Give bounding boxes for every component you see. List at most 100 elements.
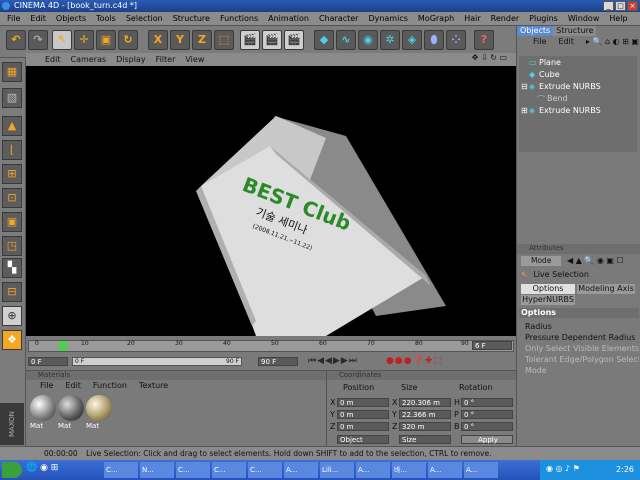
array-icon[interactable]: ✲ [380, 30, 400, 50]
size-x-field[interactable]: 220.306 m [399, 398, 451, 407]
attr-only-visible[interactable]: Only Select Visible Elements [525, 343, 639, 354]
list-item[interactable]: ⊞ ◈ Extrude NURBS [519, 106, 637, 118]
3d-viewport[interactable]: BEST Club 기술 세미나 (2008.11.21.~11.22) [26, 66, 516, 336]
viewport-menu-display[interactable]: Display [111, 55, 151, 64]
menu-functions[interactable]: Functions [215, 12, 263, 26]
list-item[interactable]: ⌒ Bend [519, 94, 637, 106]
materials-menu-file[interactable]: File [40, 380, 53, 392]
viewport-menu-edit[interactable]: Edit [40, 55, 66, 64]
texture-mode-icon[interactable]: ▚ [2, 258, 22, 278]
use-texture-tool-icon[interactable]: ▲ [2, 116, 22, 136]
objects-menu-edit[interactable]: Edit [558, 36, 574, 48]
attr-tab-hypernurbs[interactable]: HyperNURBS [521, 295, 575, 305]
menu-mograph[interactable]: MoGraph [413, 12, 459, 26]
pos-y-field[interactable]: 0 m [337, 410, 389, 419]
rotate-icon[interactable]: ↻ [118, 30, 138, 50]
attr-tolerant-edge[interactable]: Tolerant Edge/Polygon Selection [525, 354, 639, 365]
list-item[interactable]: ▭ Plane [519, 58, 637, 70]
move-icon[interactable]: ✛ [74, 30, 94, 50]
coordinate-mode-select[interactable]: Object [337, 435, 389, 444]
objects-menu-file[interactable]: File [533, 36, 546, 48]
maximize-button[interactable]: □ [615, 1, 626, 11]
materials-menu-function[interactable]: Function [93, 380, 127, 392]
tab-objects[interactable]: Objects [517, 26, 554, 36]
rot-h-field[interactable]: 0 ° [461, 398, 513, 407]
redo-icon[interactable]: ↷ [28, 30, 48, 50]
scene-icon[interactable]: ⬮ [424, 30, 444, 50]
attr-mode[interactable]: Mode [525, 365, 639, 376]
material-swatch[interactable]: Mat [30, 395, 56, 430]
animation-mode-icon[interactable]: ◳ [2, 236, 22, 256]
menu-character[interactable]: Character [314, 12, 364, 26]
pos-x-field[interactable]: 0 m [337, 398, 389, 407]
attributes-nav-icons[interactable]: ◀ ▲ 🔍 ◉ ▣ ☐ [567, 256, 624, 265]
apply-button[interactable]: Apply [461, 435, 513, 444]
start-frame-field[interactable]: 0 F [28, 357, 68, 366]
menu-animation[interactable]: Animation [263, 12, 314, 26]
materials-menu-texture[interactable]: Texture [139, 380, 168, 392]
playhead[interactable] [59, 341, 67, 351]
size-mode-select[interactable]: Size [399, 435, 451, 444]
taskbar-item[interactable]: A... [356, 462, 390, 478]
material-swatch[interactable]: Mat [58, 395, 84, 430]
record-controls[interactable]: ●●●❓✚⬚ [386, 356, 443, 366]
coordinate-system-icon[interactable]: ⬚ [214, 30, 234, 50]
camera-icon[interactable]: ⁘ [446, 30, 466, 50]
light-icon[interactable]: ? [474, 30, 494, 50]
menu-file[interactable]: File [2, 12, 25, 26]
taskbar-item[interactable]: 바... [392, 462, 426, 478]
materials-menu-edit[interactable]: Edit [65, 380, 81, 392]
tray-icons[interactable]: ◉ ◎ ♪ ⚑ [546, 464, 580, 473]
tweak-mode-icon[interactable]: ❖ [2, 330, 22, 350]
edges-tool-icon[interactable]: ⊡ [2, 188, 22, 208]
list-item[interactable]: ⊟ ◈ Extrude NURBS [519, 82, 637, 94]
frame-range-slider[interactable]: 0 F 90 F [72, 357, 242, 366]
viewport-menu-view[interactable]: View [180, 55, 209, 64]
deformer-icon[interactable]: ◈ [402, 30, 422, 50]
rot-b-field[interactable]: 0 ° [461, 422, 513, 431]
taskbar-item[interactable]: C... [176, 462, 210, 478]
objects-search-icons[interactable]: ▸ 🔍 ⌂ ◐ ⊞ ▣ [586, 36, 639, 48]
render-settings-icon[interactable]: 🎬 [284, 30, 304, 50]
use-object-tool-icon[interactable]: ▧ [2, 88, 22, 108]
workplane-icon[interactable]: ⊟ [2, 282, 22, 302]
attributes-mode-menu[interactable]: Mode [521, 256, 561, 266]
undo-icon[interactable]: ↶ [6, 30, 26, 50]
attr-radius[interactable]: Radius [525, 321, 639, 332]
snap-icon[interactable]: ⊕ [2, 306, 22, 326]
taskbar-item[interactable]: A... [284, 462, 318, 478]
tab-structure[interactable]: Structure [553, 26, 597, 36]
taskbar-item[interactable]: Lili... [320, 462, 354, 478]
viewport-menu-filter[interactable]: Filter [151, 55, 181, 64]
playback-controls[interactable]: ⏮◀◀▶▶⏭ [308, 356, 358, 366]
quick-launch-icons[interactable]: 🌐 ◉ ⊞ [26, 463, 58, 473]
end-frame-field[interactable]: 90 F [258, 357, 298, 366]
cube-primitive-icon[interactable]: ◆ [314, 30, 334, 50]
attr-pressure[interactable]: Pressure Dependent Radius [525, 332, 639, 343]
spline-icon[interactable]: ∿ [336, 30, 356, 50]
menu-help[interactable]: Help [604, 12, 632, 26]
viewport-menu-cameras[interactable]: Cameras [66, 55, 112, 64]
minimize-button[interactable]: _ [603, 1, 614, 11]
timeline-ruler[interactable]: 0 10 20 30 40 50 60 70 80 90 [28, 340, 514, 352]
viewport-nav-icons[interactable]: ✥ ⇩ ↻ ▭ [467, 53, 512, 62]
menu-selection[interactable]: Selection [121, 12, 168, 26]
points-tool-icon[interactable]: ⊞ [2, 164, 22, 184]
start-button[interactable] [2, 462, 22, 478]
collapse-icon[interactable]: ⊟ [521, 82, 528, 91]
taskbar-item[interactable]: C... [212, 462, 246, 478]
list-item[interactable]: ◆ Cube [519, 70, 637, 82]
menu-render[interactable]: Render [486, 12, 524, 26]
x-axis-icon[interactable]: X [148, 30, 168, 50]
size-z-field[interactable]: 320 m [399, 422, 451, 431]
polygons-tool-icon[interactable]: ▣ [2, 212, 22, 232]
z-axis-icon[interactable]: Z [192, 30, 212, 50]
use-model-tool-icon[interactable]: ▦ [2, 62, 22, 82]
expand-icon[interactable]: ⊞ [521, 106, 528, 115]
live-selection-icon[interactable]: ↖ [52, 30, 72, 50]
y-axis-icon[interactable]: Y [170, 30, 190, 50]
render-picture-viewer-icon[interactable]: 🎬 [262, 30, 282, 50]
current-frame-field[interactable]: 6 F [472, 341, 512, 350]
use-texture-axis-icon[interactable]: ⌊ [2, 140, 22, 160]
taskbar-item[interactable]: N... [140, 462, 174, 478]
